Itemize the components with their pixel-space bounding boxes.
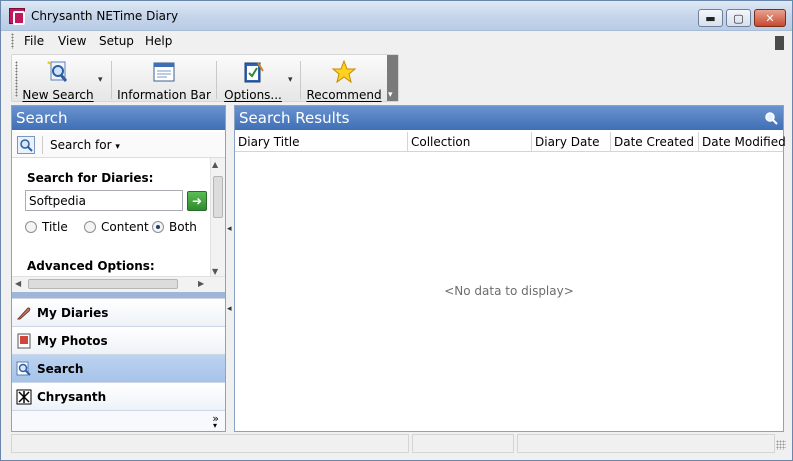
radio-both[interactable]: Both xyxy=(152,220,197,234)
search-magnifier-icon[interactable] xyxy=(17,136,35,154)
menu-grip[interactable] xyxy=(11,33,14,49)
options-dropdown[interactable]: ▾ xyxy=(288,75,293,85)
chevron-down-icon[interactable]: ▾ xyxy=(213,421,217,430)
go-search-button[interactable]: ➜ xyxy=(187,191,207,211)
chevron-down-icon: ▾ xyxy=(115,142,120,152)
scroll-down-icon[interactable]: ▼ xyxy=(212,267,218,276)
new-search-dropdown[interactable]: ▾ xyxy=(98,75,103,85)
star-icon xyxy=(331,59,357,85)
nav-item-my-photos[interactable]: My Photos xyxy=(12,326,225,354)
window-title: Chrysanth NETime Diary xyxy=(31,9,179,23)
information-bar-icon xyxy=(151,59,177,85)
new-search-button[interactable]: New Search xyxy=(22,57,94,102)
minimize-button[interactable]: ▬ xyxy=(698,9,723,27)
toolbar-separator xyxy=(111,61,112,99)
results-column-headers: Diary Title Collection Diary Date Date C… xyxy=(235,132,786,152)
menu-overflow-button[interactable] xyxy=(775,36,784,50)
toolbar-separator xyxy=(300,61,301,99)
app-window: Chrysanth NETime Diary ▬ ▢ ✕ File View S… xyxy=(0,0,793,461)
search-results-panel: Search Results Diary Title Collection Di… xyxy=(234,105,786,432)
status-cell xyxy=(412,434,514,453)
information-bar-button[interactable]: Information Bar xyxy=(117,57,211,102)
search-input[interactable] xyxy=(25,190,183,211)
advanced-options-label: Advanced Options: xyxy=(27,259,155,273)
menu-setup[interactable]: Setup xyxy=(99,34,134,48)
scroll-thumb[interactable] xyxy=(28,279,178,289)
nav-item-chrysanth[interactable]: Chrysanth xyxy=(12,382,225,410)
chrysanth-logo-icon xyxy=(16,389,32,405)
toolbar-separator xyxy=(216,61,217,99)
photo-icon xyxy=(16,333,32,349)
recommend-button[interactable]: Recommend xyxy=(306,57,382,102)
radio-circle xyxy=(84,221,96,233)
scroll-right-icon[interactable]: ▶ xyxy=(198,279,204,288)
radio-content[interactable]: Content xyxy=(84,220,149,234)
toolbar-grip[interactable] xyxy=(15,61,18,97)
maximize-button[interactable]: ▢ xyxy=(726,9,751,27)
main-toolbar: New Search ▾ Information Bar Options... … xyxy=(11,54,399,102)
collapse-left-icon[interactable]: ◂ xyxy=(227,223,234,235)
status-bar xyxy=(11,434,786,454)
radio-title[interactable]: Title xyxy=(25,220,68,234)
new-search-icon xyxy=(45,59,71,85)
radio-circle xyxy=(25,221,37,233)
search-panel-header: Search xyxy=(12,106,225,130)
scroll-thumb[interactable] xyxy=(213,176,223,218)
column-header-date-modified[interactable]: Date Modified xyxy=(699,132,786,152)
menu-file[interactable]: File xyxy=(24,34,44,48)
search-for-dropdown[interactable]: Search for ▾ xyxy=(50,138,120,152)
collapse-left-icon[interactable]: ◂ xyxy=(227,303,234,315)
feather-pen-icon xyxy=(16,305,32,321)
search-for-toolbar: Search for ▾ xyxy=(12,132,225,158)
menu-help[interactable]: Help xyxy=(145,34,172,48)
menu-view[interactable]: View xyxy=(58,34,86,48)
menu-bar: File View Setup Help xyxy=(11,32,786,52)
panel-collapse-strip[interactable]: ◂ ◂ xyxy=(227,105,234,432)
nav-overflow-bar: » ▾ xyxy=(12,410,225,431)
resize-grip[interactable] xyxy=(776,440,786,450)
nav-item-search[interactable]: Search xyxy=(12,354,225,382)
scroll-up-icon[interactable]: ▲ xyxy=(212,160,218,169)
arrow-right-icon: ➜ xyxy=(191,194,203,208)
empty-results-message: <No data to display> xyxy=(444,284,574,298)
scroll-left-icon[interactable]: ◀ xyxy=(15,279,21,288)
toolbar-separator xyxy=(42,136,43,154)
search-form-horizontal-scrollbar[interactable]: ◀ ▶ xyxy=(12,276,225,292)
search-form: Search for Diaries: ➜ Title Content Both… xyxy=(12,158,210,278)
radio-circle-selected xyxy=(152,221,164,233)
search-results-header: Search Results xyxy=(235,106,783,130)
status-cell xyxy=(11,434,409,453)
nav-item-my-diaries[interactable]: My Diaries xyxy=(12,298,225,326)
column-header-diary-date[interactable]: Diary Date xyxy=(532,132,611,152)
column-header-diary-title[interactable]: Diary Title xyxy=(235,132,408,152)
title-bar: Chrysanth NETime Diary ▬ ▢ ✕ xyxy=(1,1,792,31)
status-cell xyxy=(517,434,775,453)
search-magnifier-icon[interactable] xyxy=(763,110,779,130)
close-button[interactable]: ✕ xyxy=(754,9,786,27)
toolbar-overflow-button[interactable] xyxy=(387,55,398,101)
search-for-diaries-label: Search for Diaries: xyxy=(27,171,154,185)
options-clipboard-icon xyxy=(240,59,266,85)
search-icon xyxy=(16,361,32,377)
options-button[interactable]: Options... xyxy=(222,57,284,102)
app-logo-icon xyxy=(9,8,25,25)
column-header-collection[interactable]: Collection xyxy=(408,132,532,152)
search-form-vertical-scrollbar[interactable]: ▲ ▼ xyxy=(210,158,225,278)
column-header-date-created[interactable]: Date Created xyxy=(611,132,699,152)
search-panel: Search Search for ▾ Search for Diaries: … xyxy=(11,105,226,432)
